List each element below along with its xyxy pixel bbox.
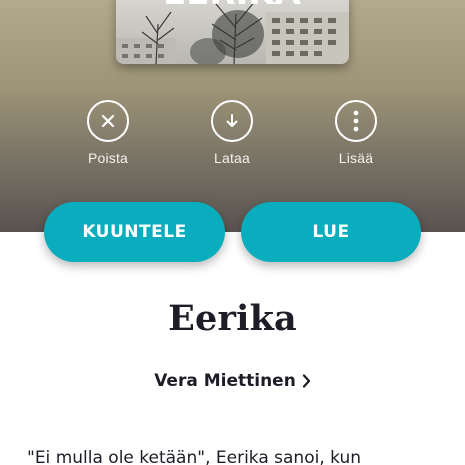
book-cover-image[interactable]: EERIKA bbox=[116, 0, 349, 64]
chevron-right-icon bbox=[302, 374, 311, 388]
download-label: Lataa bbox=[213, 150, 251, 166]
book-description: "Ei mulla ole ketään", Eerika sanoi, kun bbox=[27, 448, 362, 465]
download-button[interactable]: Lataa bbox=[187, 100, 277, 170]
author-name: Vera Miettinen bbox=[154, 371, 296, 391]
book-title: Eerika bbox=[168, 298, 297, 339]
remove-label: Poista bbox=[87, 150, 129, 166]
more-button[interactable]: Lisää bbox=[311, 100, 401, 170]
book-header: EERIKA Poista Lataa Lisää bbox=[0, 0, 465, 232]
book-actions: Poista Lataa Lisää bbox=[0, 100, 465, 170]
close-icon bbox=[87, 100, 129, 142]
listen-button[interactable]: KUUNTELE bbox=[44, 202, 225, 262]
remove-button[interactable]: Poista bbox=[63, 100, 153, 170]
download-icon bbox=[211, 100, 253, 142]
more-vertical-icon bbox=[335, 100, 377, 142]
read-button[interactable]: LUE bbox=[241, 202, 421, 262]
author-link[interactable]: Vera Miettinen bbox=[0, 371, 465, 391]
more-label: Lisää bbox=[338, 150, 374, 166]
cover-title: EERIKA bbox=[163, 0, 302, 13]
